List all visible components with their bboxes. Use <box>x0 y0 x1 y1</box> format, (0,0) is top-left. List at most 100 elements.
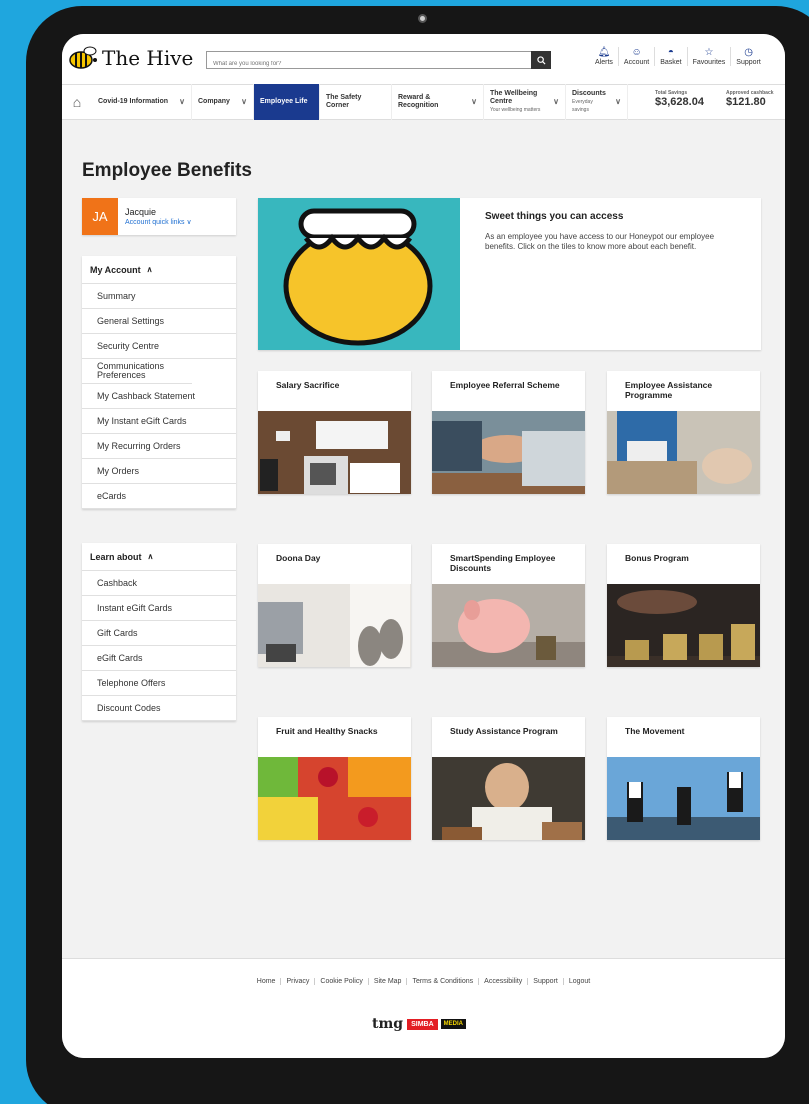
favourites-label: Favourites <box>692 59 726 66</box>
tile-the-movement[interactable]: The Movement <box>607 717 760 840</box>
search-icon <box>536 55 546 65</box>
basket-icon: ◓ <box>667 47 674 58</box>
search-bar <box>206 51 551 72</box>
header-icons: 🔔︎ Alerts ☺ Account ◓ Basket ☆ Favourites ◷ S… <box>590 47 766 66</box>
tile-title: Bonus Program <box>625 553 689 563</box>
tile-doona-day[interactable]: Doona Day <box>258 544 411 667</box>
chevron-down-icon: ∨ <box>241 97 247 106</box>
tile-employee-assistance[interactable]: Employee Assistance Programme <box>607 371 760 494</box>
hero-title: Sweet things you can access <box>485 211 624 222</box>
chevron-up-icon: ∧ <box>146 265 153 274</box>
avatar: JA <box>82 198 118 235</box>
account-quick-links[interactable]: Account quick links ∨ <box>125 218 192 226</box>
coins-image <box>607 584 760 667</box>
footer-link-accessibility[interactable]: Accessibility <box>478 978 528 985</box>
alerts-button[interactable]: 🔔︎ Alerts <box>590 47 618 66</box>
fruit-image <box>258 757 411 840</box>
nav-label: The Wellbeing Centre <box>490 90 538 105</box>
logo[interactable]: The Hive <box>68 46 193 70</box>
home-icon[interactable]: ⌂ <box>62 94 92 110</box>
tile-title: SmartSpending Employee Discounts <box>450 553 556 573</box>
search-button[interactable] <box>531 51 551 69</box>
nav-safety-corner[interactable]: The Safety Corner <box>320 84 392 120</box>
student-image <box>432 757 585 840</box>
menu-item-egift-cards[interactable]: eGift Cards <box>82 646 236 671</box>
tile-smartspending[interactable]: SmartSpending Employee Discounts <box>432 544 585 667</box>
menu-title: Learn about <box>90 551 142 562</box>
nav-employee-life[interactable]: Employee Life <box>254 84 320 120</box>
support-icon: ◷ <box>744 47 753 58</box>
account-button[interactable]: ☺ Account <box>617 47 654 66</box>
simba-logo: SIMBA <box>407 1018 438 1030</box>
tile-title: The Movement <box>625 726 685 736</box>
nav-label: Covid-19 Information <box>98 98 169 105</box>
approved-cashback: Approved cashback $121.80 <box>726 90 774 108</box>
menu-item-instant-egift[interactable]: My Instant eGift Cards <box>82 409 236 434</box>
footer-link-logout[interactable]: Logout <box>562 978 596 985</box>
menu-item-general-settings[interactable]: General Settings <box>82 309 236 334</box>
nav-label: Discounts <box>572 90 606 97</box>
bed-image <box>258 584 411 667</box>
main-nav: ⌂ Covid-19 Information ∨ Company ∨ Employe… <box>62 84 785 120</box>
nav-label: Employee Life <box>260 98 308 105</box>
menu-item-telephone-offers[interactable]: Telephone Offers <box>82 671 236 696</box>
support-button[interactable]: ◷ Support <box>730 47 766 66</box>
tile-employee-referral[interactable]: Employee Referral Scheme <box>432 371 585 494</box>
nav-sub-label: Your wellbeing matters <box>490 107 541 113</box>
nav-covid[interactable]: Covid-19 Information ∨ <box>92 84 192 120</box>
menu-item-my-orders[interactable]: My Orders <box>82 459 236 484</box>
chevron-down-icon: ∨ <box>471 97 477 106</box>
footer-link-site-map[interactable]: Site Map <box>367 978 407 985</box>
tile-title: Employee Referral Scheme <box>450 380 560 390</box>
honeypot-illustration <box>258 198 460 350</box>
total-savings: Total Savings $3,628.04 <box>655 90 704 108</box>
my-account-menu: My Account ∧ Summary General Settings Sec… <box>82 256 236 509</box>
tile-fruit-snacks[interactable]: Fruit and Healthy Snacks <box>258 717 411 840</box>
menu-item-summary[interactable]: Summary <box>82 284 236 309</box>
tile-bonus-program[interactable]: Bonus Program <box>607 544 760 667</box>
footer: Home Privacy Cookie Policy Site Map Terms & … <box>62 958 785 1058</box>
user-name: Jacquie <box>125 207 157 217</box>
nav-wellbeing[interactable]: The Wellbeing Centre Your wellbeing matte… <box>484 84 566 120</box>
learn-about-toggle[interactable]: Learn about ∧ <box>82 543 236 571</box>
menu-item-cashback[interactable]: Cashback <box>82 571 236 596</box>
top-bar: The Hive 🔔︎Alerts ☺Account ◓Basket ☆Favo… <box>62 34 785 84</box>
nav-reward[interactable]: Reward & Recognition ∨ <box>392 84 484 120</box>
menu-item-communications[interactable]: Communications Preferences <box>82 359 192 384</box>
nav-label: Reward & Recognition <box>398 94 439 109</box>
savings-value: $3,628.04 <box>655 96 704 108</box>
menu-item-gift-cards[interactable]: Gift Cards <box>82 621 236 646</box>
user-card: JA Jacquie Account quick links ∨ <box>82 198 236 235</box>
nav-sub-label: Everyday savings <box>572 99 593 113</box>
my-account-toggle[interactable]: My Account ∧ <box>82 256 236 284</box>
nav-discounts[interactable]: Discounts Everyday savings ∨ <box>566 84 628 120</box>
piggy-bank-image <box>432 584 585 667</box>
menu-item-recurring-orders[interactable]: My Recurring Orders <box>82 434 236 459</box>
footer-link-terms[interactable]: Terms & Conditions <box>406 978 479 985</box>
nav-company[interactable]: Company ∨ <box>192 84 254 120</box>
tile-study-assistance[interactable]: Study Assistance Program <box>432 717 585 840</box>
basket-button[interactable]: ◓ Basket <box>654 47 686 66</box>
camera-icon <box>418 14 427 23</box>
brand-name: The Hive <box>102 46 194 70</box>
tile-title: Doona Day <box>276 553 321 563</box>
search-input[interactable] <box>207 56 527 72</box>
footer-links: Home Privacy Cookie Policy Site Map Terms & … <box>62 978 785 985</box>
menu-item-discount-codes[interactable]: Discount Codes <box>82 696 236 721</box>
app-screen: The Hive 🔔︎Alerts ☺Account ◓Basket ☆Favo… <box>62 34 785 1058</box>
alerts-label: Alerts <box>595 59 613 66</box>
footer-link-cookie-policy[interactable]: Cookie Policy <box>314 978 368 985</box>
tile-salary-sacrifice[interactable]: Salary Sacrifice <box>258 371 411 494</box>
menu-item-cashback-statement[interactable]: My Cashback Statement <box>82 384 236 409</box>
menu-item-security-centre[interactable]: Security Centre <box>82 334 236 359</box>
favourites-button[interactable]: ☆ Favourites <box>686 47 731 66</box>
footer-link-home[interactable]: Home <box>252 978 281 985</box>
jumping-people-image <box>607 757 760 840</box>
chevron-down-icon: ∨ <box>179 97 185 106</box>
menu-item-instant-egift-cards[interactable]: Instant eGift Cards <box>82 596 236 621</box>
footer-link-support[interactable]: Support <box>527 978 563 985</box>
hero-text: As an employee you have access to our Ho… <box>485 232 715 251</box>
footer-link-privacy[interactable]: Privacy <box>280 978 315 985</box>
tile-title: Employee Assistance Programme <box>625 380 713 400</box>
menu-item-ecards[interactable]: eCards <box>82 484 236 509</box>
